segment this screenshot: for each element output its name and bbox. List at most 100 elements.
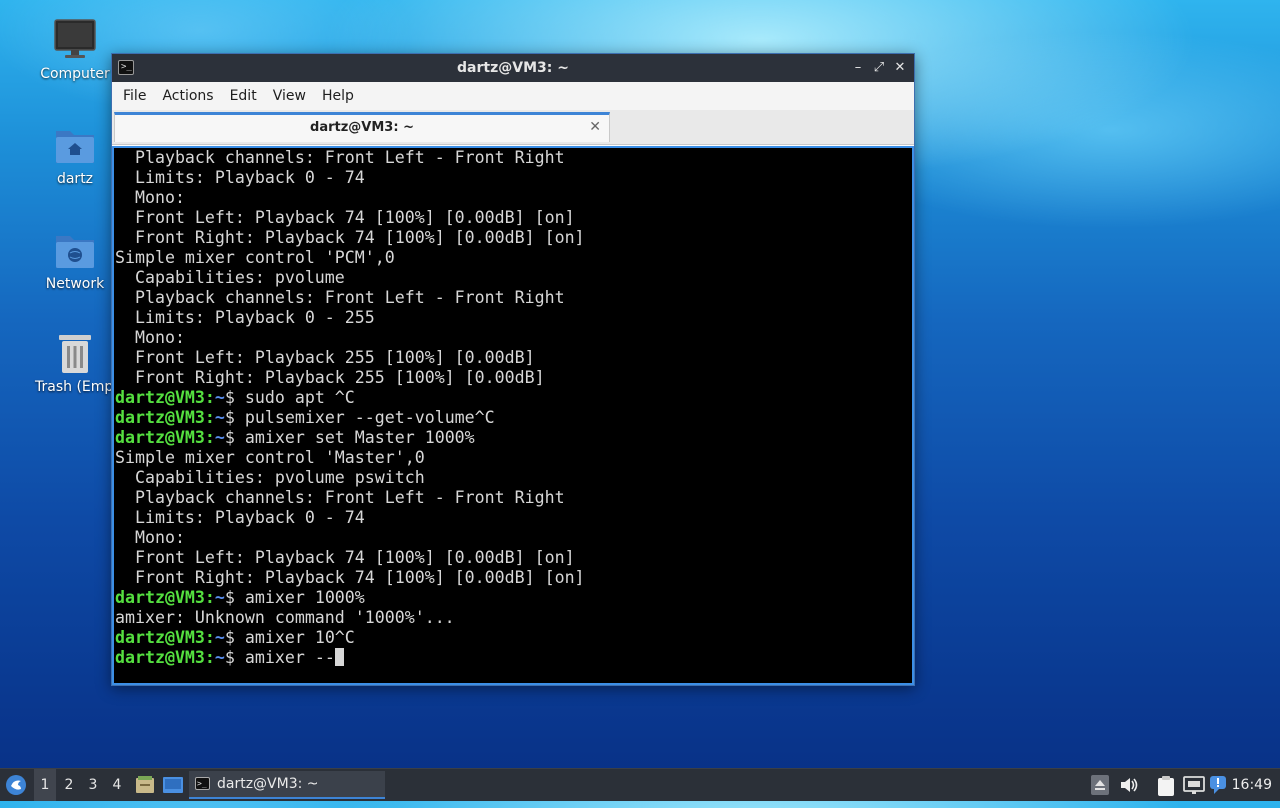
workspace-3[interactable]: 3 — [82, 769, 104, 801]
desktop-icon-computer[interactable]: Computer — [35, 18, 115, 82]
clock[interactable]: 16:49 — [1232, 769, 1272, 801]
output-text: Capabilities: pvolume — [115, 268, 345, 287]
file-manager-launcher[interactable] — [133, 769, 157, 801]
desktop-icon-label: Trash (Empt — [35, 379, 119, 395]
notification-icon[interactable] — [1209, 775, 1227, 799]
terminal-task-icon: >_ — [195, 777, 210, 790]
clipboard-icon[interactable] — [1156, 775, 1176, 801]
network-connection-icon[interactable] — [1183, 775, 1205, 799]
command-text: amixer 10^C — [244, 628, 355, 647]
terminal-output-line: Mono: — [114, 328, 912, 348]
prompt-user: dartz@VM3: — [115, 628, 215, 647]
tab-bar: dartz@VM3: ~ ✕ — [112, 110, 914, 145]
terminal-output-line: Capabilities: pvolume pswitch — [114, 468, 912, 488]
output-text: Front Left: Playback 74 [100%] [0.00dB] … — [115, 208, 575, 227]
prompt-user: dartz@VM3: — [115, 428, 215, 447]
terminal-output-line: Capabilities: pvolume — [114, 268, 912, 288]
command-text: amixer set Master 1000% — [244, 428, 475, 447]
show-desktop-launcher[interactable] — [161, 769, 185, 801]
close-button[interactable]: ✕ — [892, 60, 908, 76]
terminal-output-line: Playback channels: Front Left - Front Ri… — [114, 488, 912, 508]
terminal-command-line: dartz@VM3:~$ amixer 1000% — [114, 588, 912, 608]
menu-edit[interactable]: Edit — [222, 88, 265, 104]
tab-label: dartz@VM3: ~ — [310, 120, 414, 135]
prompt-symbol: $ — [224, 648, 245, 667]
terminal-output-line: Front Right: Playback 74 [100%] [0.00dB]… — [114, 228, 912, 248]
window-title: dartz@VM3: ~ — [457, 60, 569, 76]
file-manager-icon — [136, 776, 154, 793]
trash-icon — [53, 331, 97, 375]
terminal-output-line: Front Left: Playback 255 [100%] [0.00dB] — [114, 348, 912, 368]
output-text: Playback channels: Front Left - Front Ri… — [115, 488, 565, 507]
volume-icon[interactable] — [1119, 775, 1139, 799]
terminal-output-line: Front Left: Playback 74 [100%] [0.00dB] … — [114, 208, 912, 228]
prompt-path: ~ — [214, 388, 225, 407]
desktop-icon-label: Network — [45, 276, 105, 292]
terminal-output-line: Playback channels: Front Left - Front Ri… — [114, 288, 912, 308]
workspace-1[interactable]: 1 — [34, 769, 56, 801]
output-text: Front Right: Playback 255 [100%] [0.00dB… — [115, 368, 545, 387]
terminal-command-line: dartz@VM3:~$ pulsemixer --get-volume^C — [114, 408, 912, 428]
prompt-path: ~ — [214, 408, 225, 427]
terminal-command-line: dartz@VM3:~$ sudo apt ^C — [114, 388, 912, 408]
tab-terminal[interactable]: dartz@VM3: ~ ✕ — [114, 112, 610, 142]
workspace-2[interactable]: 2 — [58, 769, 80, 801]
prompt-user: dartz@VM3: — [115, 588, 215, 607]
terminal-command-line: dartz@VM3:~$ amixer set Master 1000% — [114, 428, 912, 448]
desktop-icon-network[interactable]: Network — [35, 228, 115, 292]
prompt-user: dartz@VM3: — [115, 408, 215, 427]
menu-file[interactable]: File — [115, 88, 154, 104]
prompt-path: ~ — [214, 628, 225, 647]
prompt-symbol: $ — [224, 388, 245, 407]
minimize-button[interactable]: – — [850, 60, 866, 76]
output-text: Limits: Playback 0 - 74 — [115, 168, 365, 187]
window-titlebar[interactable]: >_ dartz@VM3: ~ – ⤢ ✕ — [112, 54, 914, 82]
taskbar-task-terminal[interactable]: >_ dartz@VM3: ~ — [189, 771, 385, 799]
app-menu-icon — [6, 775, 26, 795]
prompt-path: ~ — [214, 428, 225, 447]
terminal-output-line: Limits: Playback 0 - 74 — [114, 508, 912, 528]
desktop-icon-home[interactable]: dartz — [35, 123, 115, 187]
prompt-symbol: $ — [224, 428, 245, 447]
terminal-output-line: Limits: Playback 0 - 74 — [114, 168, 912, 188]
output-text: Limits: Playback 0 - 255 — [115, 308, 375, 327]
prompt-user: dartz@VM3: — [115, 388, 215, 407]
output-text: Simple mixer control 'Master',0 — [115, 448, 425, 467]
output-text: Front Left: Playback 74 [100%] [0.00dB] … — [115, 548, 575, 567]
terminal-output-line: Front Right: Playback 255 [100%] [0.00dB… — [114, 368, 912, 388]
output-text: Mono: — [115, 188, 185, 207]
menu-actions[interactable]: Actions — [154, 88, 221, 104]
network-folder-icon — [53, 228, 97, 272]
taskbar: 1 2 3 4 >_ dartz@VM3: ~ 16:49 — [0, 768, 1280, 801]
tab-close-icon[interactable]: ✕ — [589, 119, 601, 135]
menu-view[interactable]: View — [265, 88, 314, 104]
eject-icon[interactable] — [1091, 775, 1109, 799]
terminal-output-line: Playback channels: Front Left - Front Ri… — [114, 148, 912, 168]
prompt-symbol: $ — [224, 408, 245, 427]
command-text: amixer -- — [244, 648, 335, 667]
output-text: Playback channels: Front Left - Front Ri… — [115, 148, 565, 167]
terminal-output-line: Limits: Playback 0 - 255 — [114, 308, 912, 328]
terminal-command-line: dartz@VM3:~$ amixer -- — [114, 648, 912, 668]
desktop-icon-trash[interactable]: Trash (Empt — [35, 331, 119, 395]
workspace-4[interactable]: 4 — [106, 769, 128, 801]
terminal-output-line: Mono: — [114, 188, 912, 208]
prompt-symbol: $ — [224, 588, 245, 607]
command-text: amixer 1000% — [244, 588, 365, 607]
terminal-window[interactable]: >_ dartz@VM3: ~ – ⤢ ✕ File Actions Edit … — [111, 53, 915, 686]
menu-help[interactable]: Help — [314, 88, 362, 104]
prompt-user: dartz@VM3: — [115, 648, 215, 667]
prompt-symbol: $ — [224, 628, 245, 647]
maximize-button[interactable]: ⤢ — [871, 60, 887, 76]
monitor-icon — [53, 18, 97, 62]
terminal-output-line: amixer: Unknown command '1000%'... — [114, 608, 912, 628]
terminal-output[interactable]: Playback channels: Front Left - Front Ri… — [112, 146, 914, 685]
text-cursor — [334, 648, 344, 666]
command-text: pulsemixer --get-volume^C — [244, 408, 495, 427]
terminal-command-line: dartz@VM3:~$ amixer 10^C — [114, 628, 912, 648]
start-menu-button[interactable] — [2, 769, 30, 801]
output-text: Mono: — [115, 528, 185, 547]
terminal-output-line: Simple mixer control 'Master',0 — [114, 448, 912, 468]
prompt-path: ~ — [214, 648, 225, 667]
output-text: Playback channels: Front Left - Front Ri… — [115, 288, 565, 307]
